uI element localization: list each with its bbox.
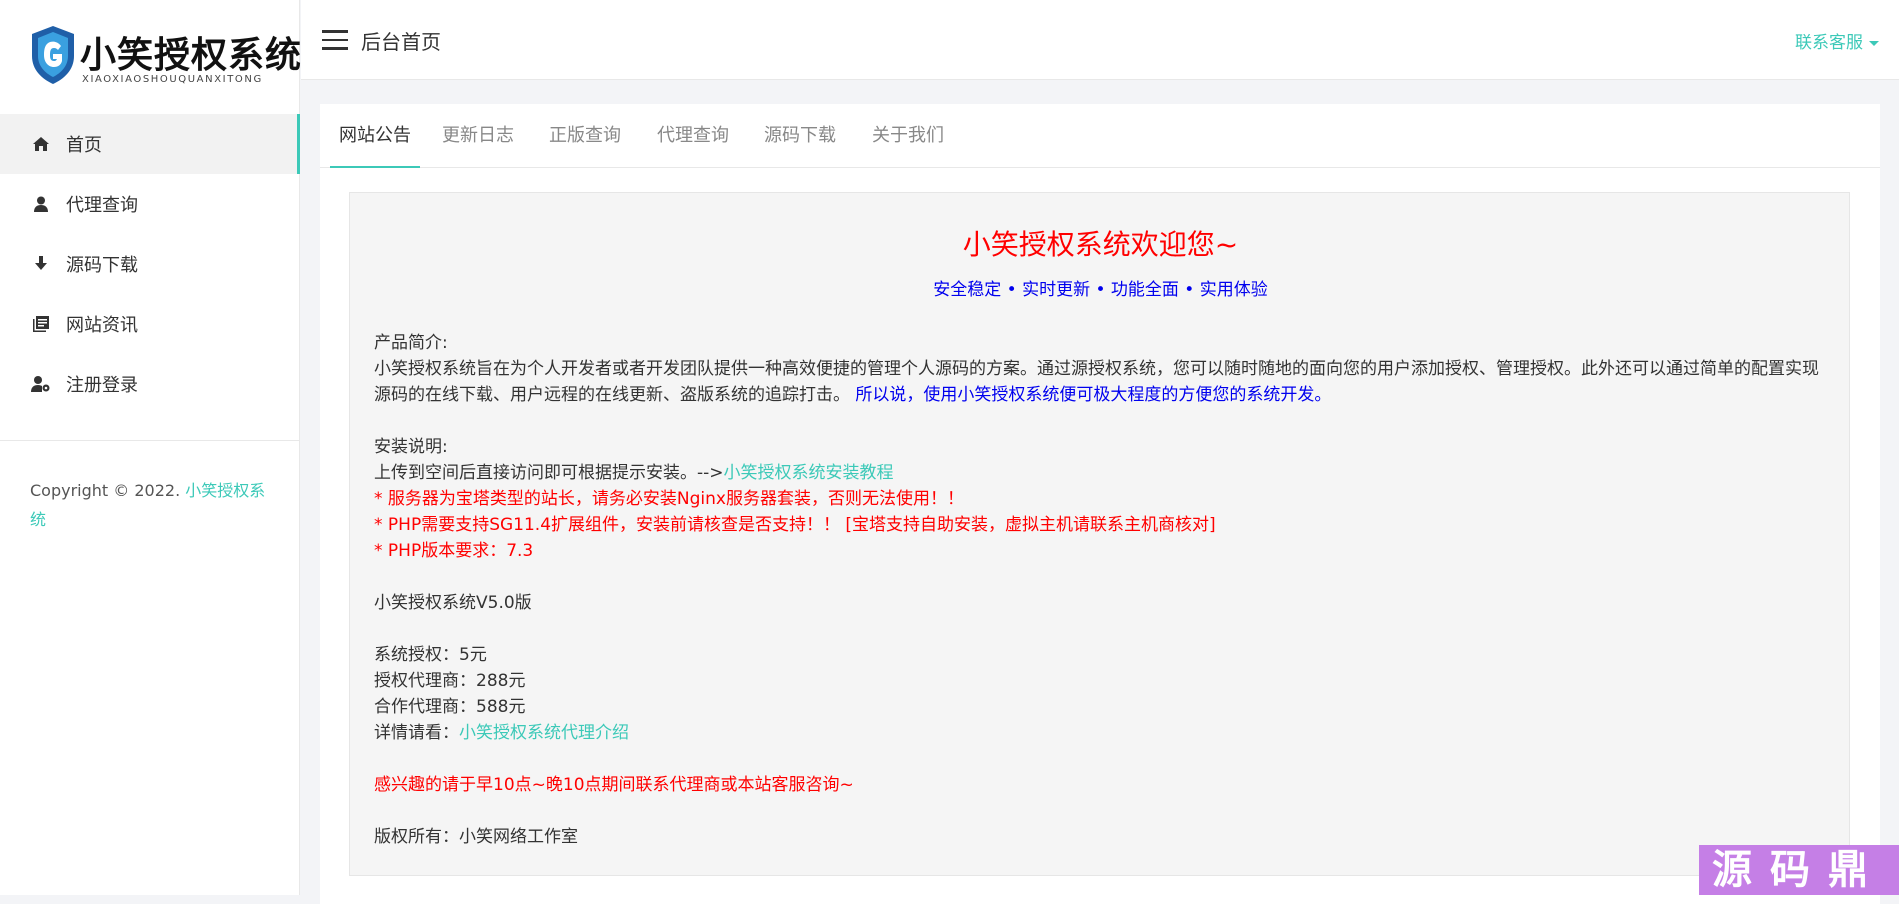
copyright-owner: 版权所有：小笑网络工作室 xyxy=(374,827,578,847)
agent-intro-link[interactable]: 小笑授权系统代理介绍 xyxy=(459,723,629,743)
sidebar: 小笑授权系统 XIAOXIAOSHOUQUANXITONG 首页 代理查询 源码… xyxy=(0,0,301,895)
sidebar-item-source-download[interactable]: 源码下载 xyxy=(0,234,300,294)
copyright: Copyright © 2022. 小笑授权系统 xyxy=(30,476,270,534)
user-settings-icon xyxy=(30,373,52,395)
shield-logo-icon xyxy=(32,26,74,84)
announcement-title: 小笑授权系统欢迎您~ xyxy=(962,228,1239,261)
contact-note: 感兴趣的请于早10点~晚10点期间联系代理商或本站客服咨询~ xyxy=(374,775,854,795)
top-bar: 后台首页 联系客服 xyxy=(301,0,1899,80)
announcement-content: 产品简介: 小笑授权系统旨在为个人开发者或者开发团队提供一种高效便捷的管理个人源… xyxy=(374,330,1829,850)
sidebar-item-label: 源码下载 xyxy=(66,255,138,276)
download-icon xyxy=(30,253,52,275)
sidebar-item-news[interactable]: 网站资讯 xyxy=(0,294,300,354)
sidebar-item-label: 首页 xyxy=(66,135,102,156)
price-partner-agent: 合作代理商：588元 xyxy=(374,697,526,717)
contact-support-label: 联系客服 xyxy=(1795,33,1863,53)
install-tutorial-link[interactable]: 小笑授权系统安装教程 xyxy=(724,463,894,483)
sidebar-item-label: 网站资讯 xyxy=(66,315,138,336)
sidebar-item-label: 代理查询 xyxy=(66,195,138,216)
install-line: 上传到空间后直接访问即可根据提示安装。-->小笑授权系统安装教程 xyxy=(374,460,1829,486)
brand-subtitle: XIAOXIAOSHOUQUANXITONG xyxy=(82,74,263,85)
sidebar-item-label: 注册登录 xyxy=(66,375,138,396)
tab-announcement[interactable]: 网站公告 xyxy=(330,104,420,168)
tab-changelog[interactable]: 更新日志 xyxy=(438,104,518,168)
version-text: 小笑授权系统V5.0版 xyxy=(374,593,532,613)
tab-bar: 网站公告 更新日志 正版查询 代理查询 源码下载 关于我们 xyxy=(320,104,1880,168)
sidebar-nav: 首页 代理查询 源码下载 网站资讯 注册登录 xyxy=(0,114,300,414)
contact-support-dropdown[interactable]: 联系客服 xyxy=(1795,28,1879,53)
sidebar-item-home[interactable]: 首页 xyxy=(0,114,300,174)
tab-about[interactable]: 关于我们 xyxy=(868,104,948,168)
warning-nginx: * 服务器为宝塔类型的站长，请务必安装Nginx服务器套装，否则无法使用！！ xyxy=(374,489,964,509)
page-title: 后台首页 xyxy=(361,30,441,54)
sidebar-item-register-login[interactable]: 注册登录 xyxy=(0,354,300,414)
main-card: 网站公告 更新日志 正版查询 代理查询 源码下载 关于我们 小笑授权系统欢迎您~… xyxy=(320,104,1880,904)
tab-genuine-check[interactable]: 正版查询 xyxy=(545,104,625,168)
sidebar-item-agent-query[interactable]: 代理查询 xyxy=(0,174,300,234)
intro-heading: 产品简介: xyxy=(374,333,448,353)
warning-php-version: * PHP版本要求：7.3 xyxy=(374,541,534,561)
tab-source-download[interactable]: 源码下载 xyxy=(760,104,840,168)
news-icon xyxy=(30,313,52,335)
caret-down-icon xyxy=(1869,40,1879,46)
install-text: 上传到空间后直接访问即可根据提示安装。--> xyxy=(374,463,724,483)
menu-toggle-icon[interactable] xyxy=(322,30,348,50)
announcement-subtitle: 安全稳定 • 实时更新 • 功能全面 • 实用体验 xyxy=(933,280,1268,300)
user-icon xyxy=(30,193,52,215)
intro-paragraph: 小笑授权系统旨在为个人开发者或者开发团队提供一种高效便捷的管理个人源码的方案。通… xyxy=(374,356,1829,408)
price-system-auth: 系统授权：5元 xyxy=(374,645,487,665)
logo[interactable]: 小笑授权系统 XIAOXIAOSHOUQUANXITONG xyxy=(30,22,301,90)
intro-highlight: 所以说，使用小笑授权系统便可极大程度的方便您的系统开发。 xyxy=(855,385,1332,405)
install-heading: 安装说明: xyxy=(374,437,448,457)
tab-agent-query[interactable]: 代理查询 xyxy=(653,104,733,168)
brand-name: 小笑授权系统 xyxy=(80,34,303,76)
price-auth-agent: 授权代理商：288元 xyxy=(374,671,526,691)
watermark-badge: 源码鼎 xyxy=(1699,845,1899,895)
warning-sg11: * PHP需要支持SG11.4扩展组件，安装前请核查是否支持！！ [宝塔支持自助… xyxy=(374,515,1216,535)
announcement-panel: 小笑授权系统欢迎您~ 安全稳定 • 实时更新 • 功能全面 • 实用体验 产品简… xyxy=(349,192,1850,876)
copyright-text: Copyright © 2022. xyxy=(30,481,186,500)
detail-prefix: 详情请看： xyxy=(374,723,459,743)
detail-line: 详情请看：小笑授权系统代理介绍 xyxy=(374,720,1829,746)
home-icon xyxy=(30,133,52,155)
sidebar-divider xyxy=(0,440,300,441)
